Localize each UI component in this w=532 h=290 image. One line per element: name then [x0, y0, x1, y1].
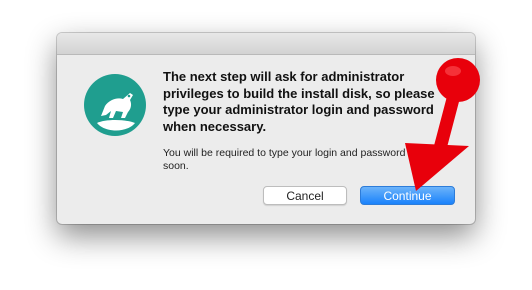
info-line: soon. — [163, 160, 189, 172]
message-line: privileges to build the install disk, so… — [163, 85, 435, 101]
dialog-message: The next step will ask for administrator… — [163, 69, 475, 135]
cancel-button[interactable]: Cancel — [263, 186, 347, 205]
continue-button[interactable]: Continue — [360, 186, 455, 205]
dialog-titlebar — [57, 33, 475, 55]
message-line: The next step will ask for administrator — [163, 69, 405, 84]
disk-maker-cougar-icon — [84, 74, 146, 136]
alert-dialog: The next step will ask for administrator… — [57, 33, 475, 224]
message-line: when necessary. — [163, 118, 267, 134]
dialog-info-text: You will be required to type your login … — [163, 147, 475, 173]
message-line: type your administrator login and passwo… — [163, 102, 434, 117]
info-line: You will be required to type your login … — [163, 147, 406, 159]
